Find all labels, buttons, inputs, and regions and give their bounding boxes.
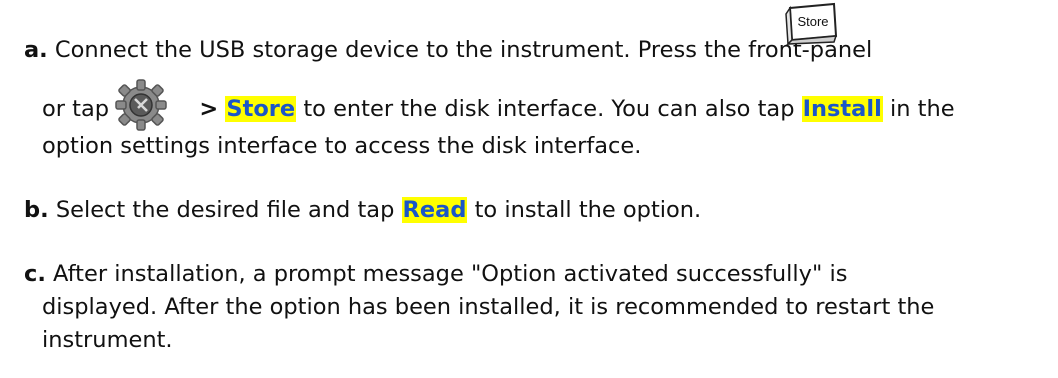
step-text: Connect the USB storage device to the in… [54, 37, 873, 63]
step-marker: a. [24, 37, 48, 63]
step-text: to enter the disk interface. You can als… [303, 96, 795, 122]
step-b: b. Select the desired file and tap Read … [24, 192, 701, 228]
step-c-line2: displayed. After the option has been ins… [42, 289, 934, 325]
install-menu-label: Install [801, 96, 883, 122]
store-menu-label: Store [225, 96, 297, 122]
step-text: to install the option. [474, 197, 702, 223]
store-key-label: Store [797, 14, 828, 29]
read-menu-label: Read [401, 197, 468, 223]
step-text: After installation, a prompt message "Op… [53, 261, 848, 287]
step-text: option settings interface to access the … [42, 133, 642, 159]
step-a-line1: a. Connect the USB storage device to the… [24, 32, 872, 68]
step-a-line2: or tap > Store to enter the disk interfa… [42, 91, 955, 127]
step-text: displayed. After the option has been ins… [42, 294, 935, 320]
step-a-line3: option settings interface to access the … [42, 128, 641, 164]
step-text: in the [889, 96, 955, 122]
step-text: Select the desired file and tap [55, 197, 395, 223]
store-key-icon: Store [785, 2, 838, 46]
gear-icon [115, 79, 167, 131]
step-text: instrument. [42, 327, 173, 353]
step-c-line1: c. After installation, a prompt message … [24, 256, 847, 292]
path-separator: > [199, 96, 219, 122]
step-text: or tap [42, 96, 110, 122]
step-marker: c. [24, 261, 46, 287]
step-marker: b. [24, 197, 49, 223]
step-c-line3: instrument. [42, 322, 173, 358]
